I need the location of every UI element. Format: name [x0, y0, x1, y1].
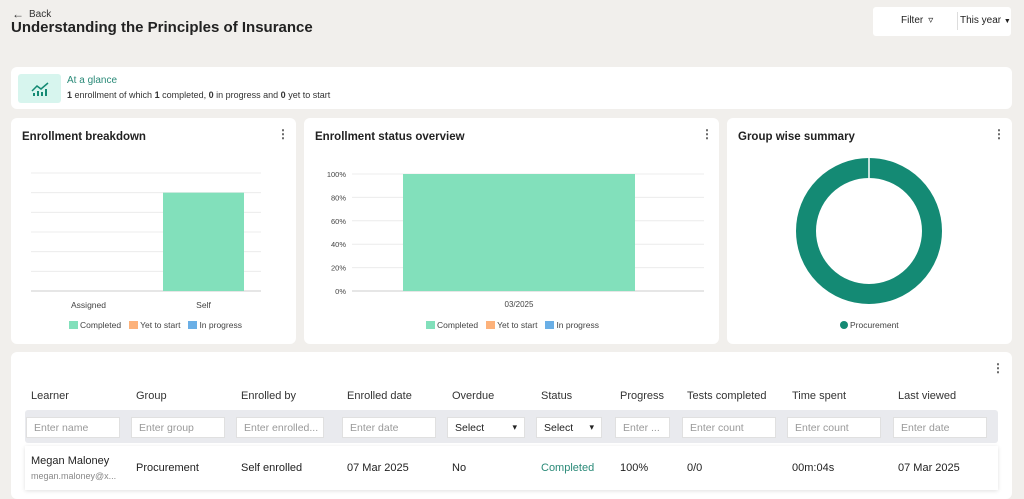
bar-self[interactable] — [163, 192, 244, 291]
input-placeholder: Enter date — [901, 422, 950, 434]
column-header[interactable]: Progress — [620, 390, 664, 402]
column-header[interactable]: Overdue — [452, 390, 494, 402]
enrollment-breakdown-chart: Assigned Self — [31, 172, 261, 310]
enrollment-status-chart: 0% 20% 40% 60% 80% 100% 03/2025 — [327, 170, 704, 309]
legend-completed: Completed — [69, 320, 121, 330]
glance-title: At a glance — [67, 75, 118, 86]
caret-down-icon: ▾ — [589, 422, 594, 432]
filter-select[interactable]: Select ▾ — [447, 417, 525, 438]
column-header[interactable]: Last viewed — [898, 390, 956, 402]
filter-input[interactable]: Enter date — [893, 417, 987, 438]
glance-summary: 1 enrollment of which 1 completed, 0 in … — [67, 90, 331, 100]
input-placeholder: Enter ... — [623, 422, 660, 434]
x-tick-label: 03/2025 — [505, 300, 534, 309]
y-tick-label: 0% — [335, 287, 346, 296]
bar-03-2025[interactable] — [403, 174, 635, 291]
filter-input[interactable]: Enter name — [26, 417, 120, 438]
x-tick-label: Assigned — [71, 300, 106, 310]
learner-email: megan.maloney@x... — [31, 471, 117, 481]
group-donut-chart — [796, 158, 942, 304]
page-title: Understanding the Principles of Insuranc… — [11, 19, 313, 36]
filter-select[interactable]: Select ▾ — [536, 417, 602, 438]
input-placeholder: Enter group — [139, 422, 194, 434]
filter-input[interactable]: Enter group — [131, 417, 225, 438]
select-value: Select — [544, 422, 574, 434]
column-header[interactable]: Enrolled by — [241, 390, 296, 402]
more-options-icon[interactable]: ⋮ — [992, 361, 1004, 375]
cell-last-viewed: 07 Mar 2025 — [898, 462, 960, 474]
input-placeholder: Enter name — [34, 422, 89, 434]
input-placeholder: Enter count — [795, 422, 849, 434]
legend-yet-to-start: Yet to start — [486, 320, 537, 330]
input-placeholder: Enter date — [350, 422, 399, 434]
x-tick-label: Self — [196, 300, 211, 310]
legend-in-progress: In progress — [188, 320, 242, 330]
y-tick-label: 20% — [331, 264, 346, 273]
column-header[interactable]: Group — [136, 390, 167, 402]
cell-enrolled-by: Self enrolled — [241, 462, 303, 474]
cell-tests: 0/0 — [687, 462, 703, 474]
chart-trend-icon — [18, 74, 61, 103]
cell-group: Procurement — [136, 462, 199, 474]
chart-legend: Procurement — [840, 320, 899, 330]
filter-input[interactable]: Enter count — [787, 417, 881, 438]
period-select[interactable]: This year ▼ — [957, 12, 1011, 30]
filter-input[interactable]: Enter date — [342, 417, 436, 438]
filter-input[interactable]: Enter ... — [615, 417, 670, 438]
donut-slice-procurement — [796, 158, 942, 304]
y-tick-label: 40% — [331, 240, 346, 249]
legend-in-progress: In progress — [545, 320, 599, 330]
legend-procurement: Procurement — [840, 320, 899, 330]
learner-name[interactable]: Megan Maloney — [31, 455, 109, 467]
legend-yet-to-start: Yet to start — [129, 320, 180, 330]
enrollment-status-card: Enrollment status overview ⋮ 0% 20% 40% 60%… — [304, 118, 719, 344]
cell-status: Completed — [541, 462, 595, 474]
at-a-glance-card: At a glance 1 enrollment of which 1 comp… — [11, 67, 1012, 109]
input-placeholder: Enter count — [690, 422, 744, 434]
column-header[interactable]: Status — [541, 390, 572, 402]
cell-time: 00m:04s — [792, 462, 835, 474]
cell-enrolled-date: 07 Mar 2025 — [347, 462, 409, 474]
column-header[interactable]: Tests completed — [687, 390, 766, 402]
input-placeholder: Enter enrolled... — [244, 422, 319, 434]
cell-overdue: No — [452, 462, 467, 474]
legend-completed: Completed — [426, 320, 478, 330]
caret-down-icon: ▼ — [1003, 18, 1011, 25]
filter-icon: ▿ — [928, 15, 934, 26]
filter-input[interactable]: Enter count — [682, 417, 776, 438]
column-header[interactable]: Time spent — [792, 390, 846, 402]
chart-legend: Completed Yet to start In progress — [426, 320, 599, 330]
filter-button[interactable]: Filter ▿ — [901, 15, 933, 26]
column-header[interactable]: Learner — [31, 390, 69, 402]
chart-legend: Completed Yet to start In progress — [69, 320, 242, 330]
y-tick-label: 60% — [331, 217, 346, 226]
group-summary-card: Group wise summary ⋮ Procurement — [727, 118, 1012, 344]
filter-bar: Filter ▿ This year ▼ — [873, 7, 1011, 36]
column-header[interactable]: Enrolled date — [347, 390, 412, 402]
filter-input[interactable]: Enter enrolled... — [236, 417, 324, 438]
y-tick-label: 80% — [331, 193, 346, 202]
enrollment-breakdown-card: Enrollment breakdown ⋮ Assigned Self Comp… — [11, 118, 296, 344]
y-tick-label: 100% — [327, 170, 347, 179]
select-value: Select — [455, 422, 485, 434]
cell-progress: 100% — [620, 462, 649, 474]
caret-down-icon: ▾ — [512, 422, 517, 432]
